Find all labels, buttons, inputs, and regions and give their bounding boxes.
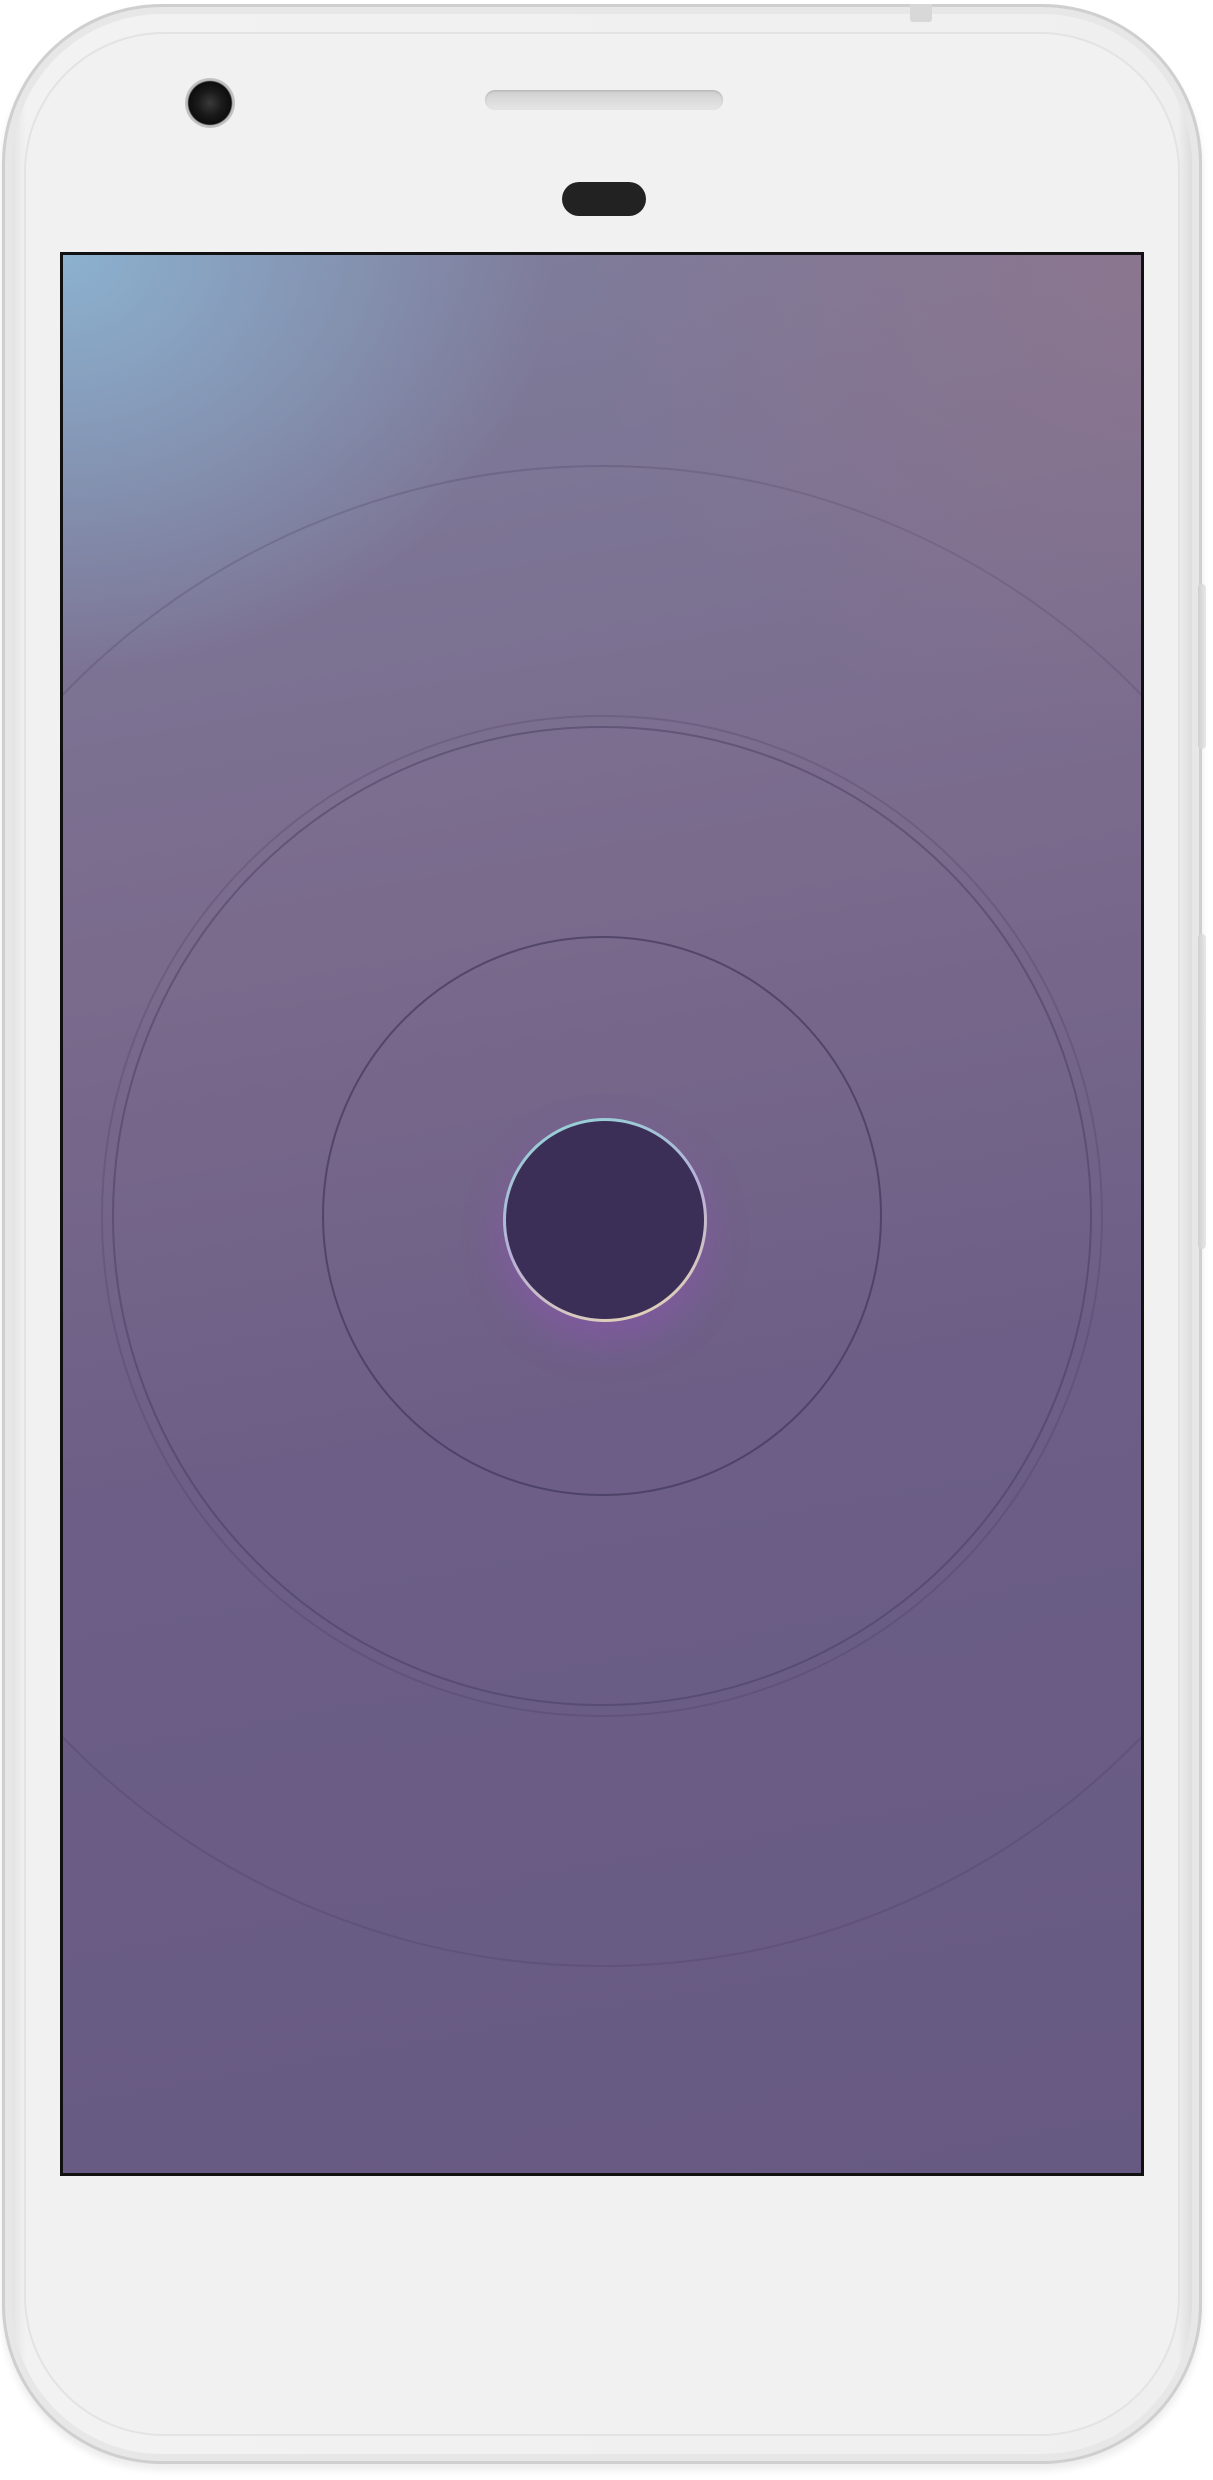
center-circle-button[interactable] [503,1118,707,1322]
proximity-sensor [562,182,646,216]
side-button-top [1198,584,1206,749]
phone-frame [2,4,1206,2464]
front-camera-icon [185,78,235,128]
screen [60,252,1144,2176]
side-button-bottom [1198,934,1206,1249]
earpiece-speaker [485,90,723,110]
top-nub [910,4,932,22]
